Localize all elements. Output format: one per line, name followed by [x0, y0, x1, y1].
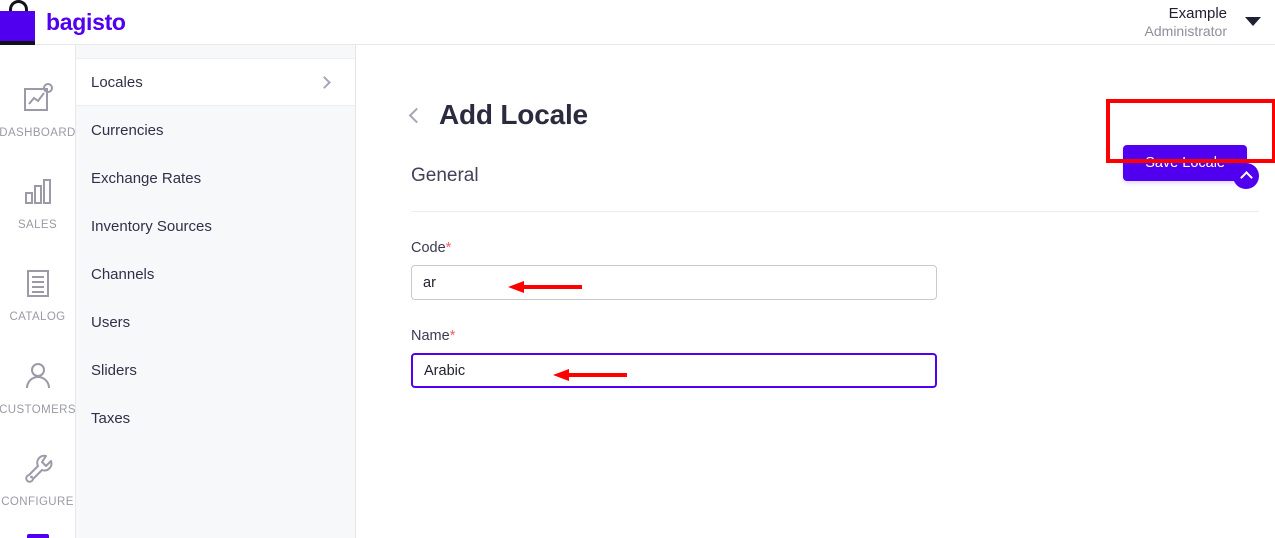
field-name: Name*: [411, 328, 1259, 388]
sidebar-label-dashboard: DASHBOARD: [0, 127, 76, 139]
sidebar-item-dashboard[interactable]: DASHBOARD: [0, 77, 76, 169]
user-name: Example: [1168, 5, 1227, 23]
bar-chart-icon: [23, 169, 53, 213]
chevron-up-icon[interactable]: [1233, 163, 1259, 189]
subnav-item-sliders[interactable]: Sliders: [76, 346, 355, 394]
wrench-icon: [22, 446, 54, 490]
section-title: General: [411, 165, 479, 186]
top-header: bagisto Example Administrator: [0, 0, 1275, 45]
sidebar-item-catalog[interactable]: CATALOG: [0, 261, 75, 353]
chevron-left-icon[interactable]: [408, 107, 425, 123]
subnav-item-channels[interactable]: Channels: [76, 250, 355, 298]
code-input[interactable]: [411, 265, 937, 300]
sidebar-item-configure[interactable]: CONFIGURE: [0, 446, 75, 538]
subnav-item-users[interactable]: Users: [76, 298, 355, 346]
app-root: bagisto Example Administrator DASHBOARD: [0, 0, 1275, 538]
name-input[interactable]: [411, 353, 937, 388]
sidebar-active-indicator: [26, 534, 49, 538]
subnav-item-exchange-rates[interactable]: Exchange Rates: [76, 154, 355, 202]
chevron-down-icon[interactable]: [1245, 17, 1261, 26]
subnav-label-inventory-sources: Inventory Sources: [91, 217, 212, 235]
sidebar-item-sales[interactable]: SALES: [0, 169, 75, 261]
subnav-label-channels: Channels: [91, 265, 155, 283]
dashboard-chart-icon: [21, 77, 55, 121]
subnav-label-sliders: Sliders: [91, 361, 137, 379]
required-asterisk-name: *: [449, 328, 456, 344]
person-icon: [23, 354, 53, 398]
brand-name: bagisto: [46, 8, 126, 35]
chevron-right-icon: [318, 75, 331, 89]
label-text-code: Code: [411, 240, 446, 256]
page-title: Add Locale: [439, 99, 588, 130]
sidebar-label-configure: CONFIGURE: [1, 495, 74, 508]
field-label-code: Code*: [411, 240, 1259, 256]
user-role: Administrator: [1144, 23, 1227, 40]
main-content: Add Locale Save Locale General Code* ar …: [357, 45, 1275, 538]
field-code: Code*: [411, 240, 1259, 300]
settings-subnav: Locales Currencies Exchange Rates Invent…: [76, 45, 356, 538]
required-asterisk-code: *: [445, 240, 452, 256]
subnav-label-currencies: Currencies: [91, 121, 164, 139]
page-header: Add Locale: [357, 85, 1275, 145]
field-label-name: Name*: [411, 328, 1259, 344]
subnav-label-taxes: Taxes: [91, 409, 131, 427]
subnav-item-taxes[interactable]: Taxes: [76, 394, 355, 442]
sidebar-label-customers: CUSTOMERS: [0, 403, 76, 416]
subnav-label-exchange-rates: Exchange Rates: [91, 169, 202, 187]
subnav-label-users: Users: [91, 313, 131, 331]
label-text-name: Name: [411, 328, 450, 344]
general-section-header: General: [411, 163, 1259, 212]
subnav-item-locales[interactable]: Locales: [76, 58, 355, 106]
sidebar-label-catalog: CATALOG: [9, 311, 66, 324]
general-section: General Code* Name*: [411, 163, 1259, 388]
brand-logo[interactable]: bagisto: [0, 0, 126, 45]
main-sidebar: DASHBOARD SALES CATALOG CUSTOMERS CONFIG…: [0, 45, 76, 538]
subnav-item-currencies[interactable]: Currencies: [76, 106, 355, 154]
user-menu[interactable]: Example Administrator: [1145, 0, 1261, 45]
shopping-bag-icon: [0, 0, 37, 45]
subnav-item-inventory-sources[interactable]: Inventory Sources: [76, 202, 355, 250]
user-info: Example Administrator: [1145, 5, 1227, 39]
sidebar-label-sales: SALES: [17, 219, 58, 232]
sidebar-item-customers[interactable]: CUSTOMERS: [0, 354, 76, 446]
subnav-label-locales: Locales: [91, 73, 143, 91]
document-lines-icon: [23, 261, 53, 305]
